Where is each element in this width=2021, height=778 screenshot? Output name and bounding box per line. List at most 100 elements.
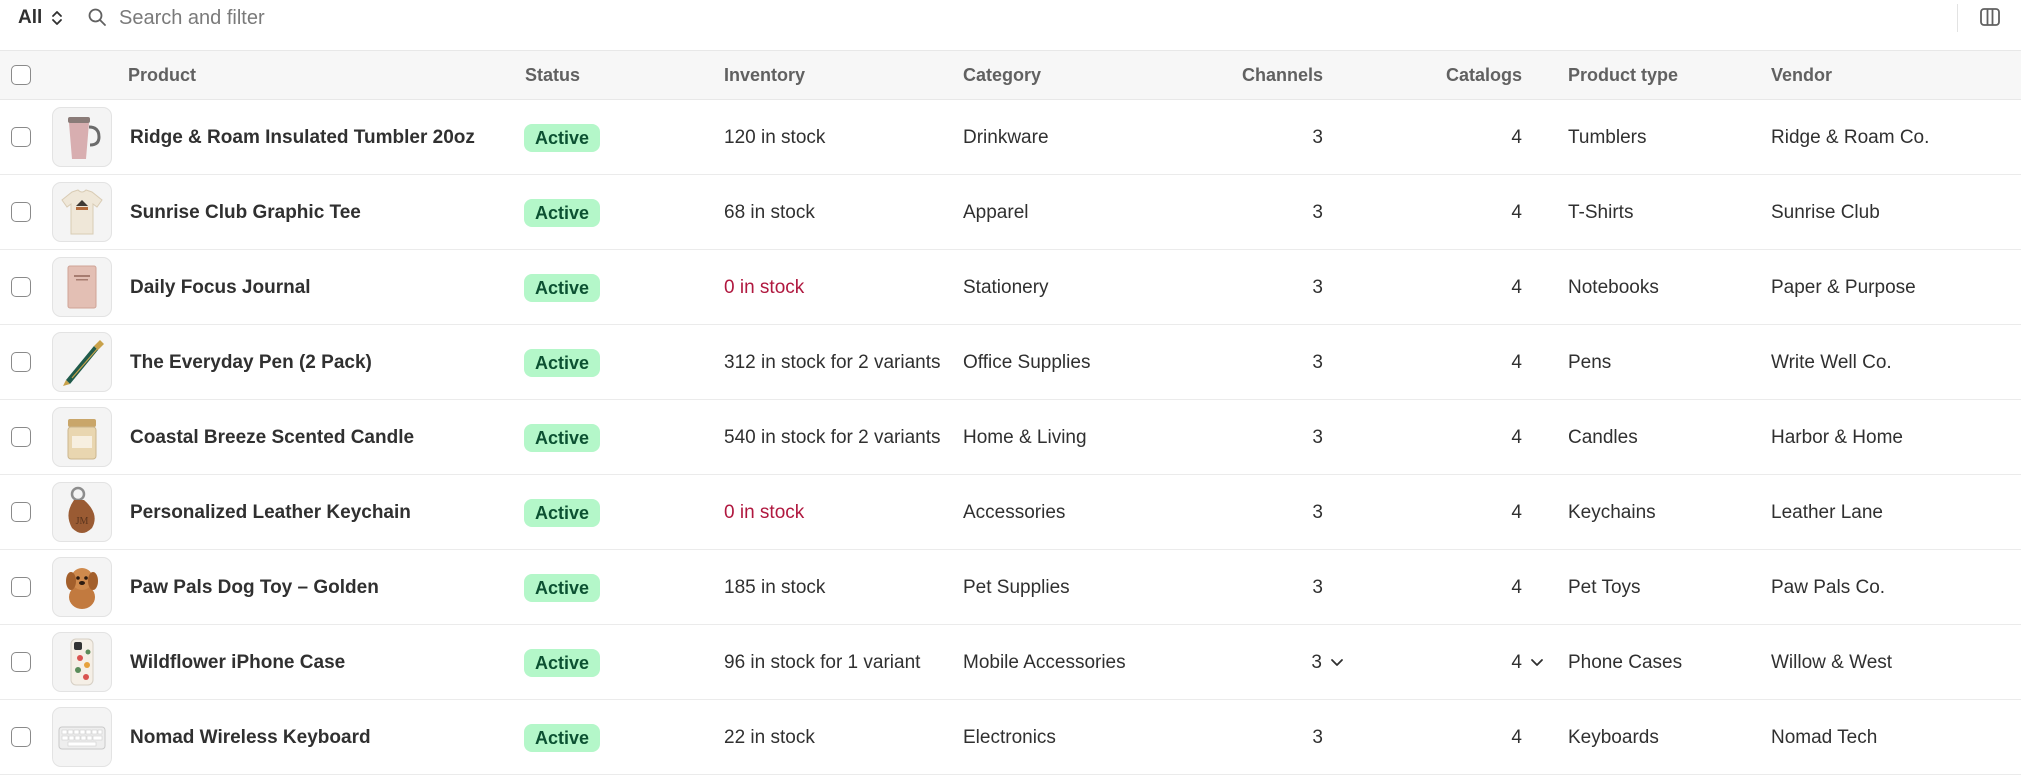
product-thumbnail[interactable] xyxy=(52,632,112,692)
pen-icon xyxy=(54,334,110,390)
product-name-link[interactable]: Nomad Wireless Keyboard xyxy=(130,700,371,775)
channels-count: 3 xyxy=(1311,652,1322,673)
product-name-link[interactable]: Personalized Leather Keychain xyxy=(130,475,411,550)
select-all-checkbox[interactable] xyxy=(11,65,31,85)
dog-toy-icon xyxy=(54,559,110,615)
table-row[interactable]: Daily Focus Journal Active 0 in stock Stati… xyxy=(0,250,2021,325)
channels-cell: 3 xyxy=(1180,325,1323,400)
catalogs-count: 4 xyxy=(1511,202,1522,223)
search-icon xyxy=(88,8,106,26)
catalogs-cell: 4 xyxy=(1380,400,1522,475)
toolbar-divider xyxy=(1957,4,1958,32)
status-badge: Active xyxy=(524,724,601,752)
column-header-status[interactable]: Status xyxy=(525,51,580,99)
table-row[interactable]: JM Personalized Leather Keychain Active 0 i… xyxy=(0,475,2021,550)
inventory-cell: 96 in stock for 1 variant xyxy=(724,652,921,673)
product-type-cell: Phone Cases xyxy=(1568,652,1683,673)
row-checkbox[interactable] xyxy=(11,577,31,597)
catalogs-cell: 4 xyxy=(1380,100,1522,175)
product-type-cell: Notebooks xyxy=(1568,277,1659,298)
catalogs-count: 4 xyxy=(1511,352,1522,373)
channels-cell: 3 xyxy=(1180,175,1323,250)
category-cell: Home & Living xyxy=(963,427,1087,448)
product-type-cell: Keychains xyxy=(1568,502,1656,523)
category-cell: Mobile Accessories xyxy=(963,652,1126,673)
row-checkbox[interactable] xyxy=(11,127,31,147)
svg-text:JM: JM xyxy=(76,516,89,527)
vendor-cell: Nomad Tech xyxy=(1771,727,1878,748)
table-row[interactable]: The Everyday Pen (2 Pack) Active 312 in st… xyxy=(0,325,2021,400)
keyboard-icon xyxy=(54,709,110,765)
vendor-cell: Write Well Co. xyxy=(1771,352,1892,373)
product-name-link[interactable]: Sunrise Club Graphic Tee xyxy=(130,175,361,250)
row-checkbox[interactable] xyxy=(11,202,31,222)
product-name-link[interactable]: Coastal Breeze Scented Candle xyxy=(130,400,414,475)
channels-cell: 3 xyxy=(1180,400,1323,475)
product-type-cell: Candles xyxy=(1568,427,1638,448)
table-row[interactable]: Sunrise Club Graphic Tee Active 68 in stoc… xyxy=(0,175,2021,250)
status-badge: Active xyxy=(524,424,601,452)
product-thumbnail[interactable] xyxy=(52,257,112,317)
category-cell: Pet Supplies xyxy=(963,577,1070,598)
column-header-category[interactable]: Category xyxy=(963,51,1041,99)
table-row[interactable]: Paw Pals Dog Toy – Golden Active 185 in st… xyxy=(0,550,2021,625)
category-cell: Electronics xyxy=(963,727,1056,748)
catalogs-cell: 4 xyxy=(1380,175,1522,250)
table-header: Product Status Inventory Category Channe… xyxy=(0,50,2021,100)
channels-cell: 3 xyxy=(1180,100,1323,175)
product-thumbnail[interactable] xyxy=(52,182,112,242)
columns-icon xyxy=(1980,8,2000,26)
column-header-channels[interactable]: Channels xyxy=(1180,51,1323,99)
table-row[interactable]: Ridge & Roam Insulated Tumbler 20oz Activ… xyxy=(0,100,2021,175)
column-header-catalogs[interactable]: Catalogs xyxy=(1380,51,1522,99)
channels-cell[interactable]: 3 xyxy=(1180,625,1344,700)
product-thumbnail[interactable] xyxy=(52,107,112,167)
product-name-link[interactable]: Paw Pals Dog Toy – Golden xyxy=(130,550,379,625)
catalogs-cell: 4 xyxy=(1380,550,1522,625)
vendor-cell: Leather Lane xyxy=(1771,502,1883,523)
column-header-product[interactable]: Product xyxy=(128,51,196,99)
product-name-link[interactable]: Daily Focus Journal xyxy=(130,250,311,325)
catalogs-cell[interactable]: 4 xyxy=(1380,625,1544,700)
vendor-cell: Ridge & Roam Co. xyxy=(1771,127,1930,148)
tumbler-icon xyxy=(54,109,110,165)
chevron-down-icon xyxy=(1322,652,1344,673)
status-badge: Active xyxy=(524,574,601,602)
product-name-link[interactable]: The Everyday Pen (2 Pack) xyxy=(130,325,372,400)
product-thumbnail[interactable] xyxy=(52,407,112,467)
product-thumbnail[interactable] xyxy=(52,332,112,392)
row-checkbox[interactable] xyxy=(11,352,31,372)
search-input[interactable] xyxy=(119,4,539,32)
view-select-label: All xyxy=(18,7,43,28)
table-row[interactable]: Wildflower iPhone Case Active 96 in stock … xyxy=(0,625,2021,700)
row-checkbox[interactable] xyxy=(11,502,31,522)
product-type-cell: Tumblers xyxy=(1568,127,1647,148)
table-row[interactable]: Nomad Wireless Keyboard Active 22 in stock… xyxy=(0,700,2021,775)
row-checkbox[interactable] xyxy=(11,277,31,297)
table-row[interactable]: Coastal Breeze Scented Candle Active 540 i… xyxy=(0,400,2021,475)
inventory-cell: 0 in stock xyxy=(724,502,805,523)
product-thumbnail[interactable] xyxy=(52,707,112,767)
product-name-link[interactable]: Ridge & Roam Insulated Tumbler 20oz xyxy=(130,100,475,175)
keychain-icon: JM xyxy=(54,484,110,540)
inventory-cell: 22 in stock xyxy=(724,727,815,748)
row-checkbox[interactable] xyxy=(11,652,31,672)
channels-count: 3 xyxy=(1312,727,1323,748)
product-thumbnail[interactable]: JM xyxy=(52,482,112,542)
catalogs-count: 4 xyxy=(1511,502,1522,523)
product-thumbnail[interactable] xyxy=(52,557,112,617)
vendor-cell: Willow & West xyxy=(1771,652,1893,673)
column-header-product-type[interactable]: Product type xyxy=(1568,51,1678,99)
status-badge: Active xyxy=(524,649,601,677)
category-cell: Stationery xyxy=(963,277,1049,298)
chevron-down-icon xyxy=(1522,652,1544,673)
view-select[interactable]: All xyxy=(18,6,64,30)
row-checkbox[interactable] xyxy=(11,427,31,447)
catalogs-cell: 4 xyxy=(1380,700,1522,775)
filter-bar: All xyxy=(0,0,2021,50)
row-checkbox[interactable] xyxy=(11,727,31,747)
columns-button[interactable] xyxy=(1977,4,2003,30)
column-header-inventory[interactable]: Inventory xyxy=(724,51,805,99)
column-header-vendor[interactable]: Vendor xyxy=(1771,51,1832,99)
product-name-link[interactable]: Wildflower iPhone Case xyxy=(130,625,345,700)
